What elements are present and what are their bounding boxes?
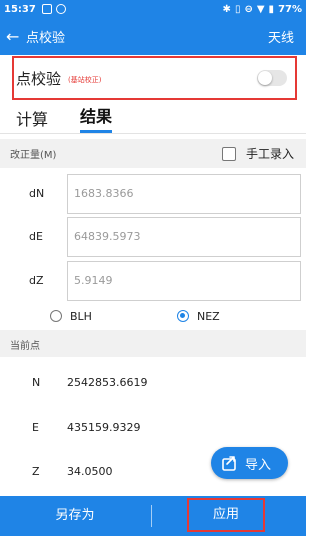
current-point-title: 当前点 <box>10 340 40 352</box>
toggle-knob <box>258 71 272 85</box>
radio-option-nez[interactable]: NEZ <box>177 310 220 323</box>
wifi-icon: ▼ <box>256 3 265 15</box>
point-check-toggle[interactable] <box>257 70 287 86</box>
radio-blh-label: BLH <box>70 309 92 323</box>
do-not-disturb-icon: ⊖ <box>244 3 253 15</box>
bottom-divider <box>151 505 152 527</box>
bottom-action-bar: 另存为 应用 <box>0 496 306 536</box>
app-notification-icon <box>41 4 52 14</box>
radio-blh[interactable] <box>50 310 62 322</box>
manual-input-label: 手工录入 <box>245 147 294 161</box>
antenna-button[interactable]: 天线 <box>268 27 294 46</box>
save-as-button[interactable]: 另存为 <box>0 496 150 536</box>
manual-input-checkbox[interactable] <box>221 146 236 161</box>
dz-label: dZ <box>29 274 44 287</box>
import-icon <box>222 456 236 471</box>
point-check-row: 点校验 (基站校正) <box>12 56 297 100</box>
point-check-note: (基站校正) <box>68 75 102 84</box>
battery-level: 77% <box>278 3 302 15</box>
import-label: 导入 <box>245 457 272 473</box>
back-arrow-icon[interactable]: ← <box>6 27 24 46</box>
dn-field[interactable]: 1683.8366 <box>67 174 301 214</box>
de-label: dE <box>29 230 43 243</box>
z-label: Z <box>32 465 40 478</box>
manual-input-option[interactable]: 手工录入 <box>221 145 294 162</box>
bluetooth-icon: ✱ <box>222 3 231 15</box>
dz-field[interactable]: 5.9149 <box>67 261 301 301</box>
point-check-label: 点校验 <box>16 69 62 88</box>
apply-button[interactable]: 应用 <box>187 498 265 532</box>
coord-mode-selector: BLH NEZ <box>0 305 306 327</box>
tab-bar: 计算 结果 <box>0 104 306 134</box>
correction-row-dz: dZ 5.9149 <box>0 256 306 306</box>
import-button[interactable]: 导入 <box>211 447 288 479</box>
vibrate-icon: ▯ <box>234 3 241 15</box>
status-time: 15:37 <box>4 3 36 15</box>
app-notification-icon-2 <box>55 4 66 14</box>
radio-nez-label: NEZ <box>197 309 220 323</box>
tab-result[interactable]: 结果 <box>80 103 113 133</box>
radio-option-blh[interactable]: BLH <box>50 310 92 323</box>
status-bar: 15:37 ✱ ▯ ⊖ ▼ ▮ 77% <box>0 0 306 18</box>
de-field[interactable]: 64839.5973 <box>67 217 301 257</box>
z-value: 34.0500 <box>67 465 113 478</box>
app-bar: ← 点校验 天线 <box>0 18 306 55</box>
correction-header: 改正量(M) 手工录入 <box>0 139 306 168</box>
tab-calculate[interactable]: 计算 <box>16 106 48 133</box>
current-point-header: 当前点 <box>0 330 306 358</box>
correction-row-de: dE 64839.5973 <box>0 212 306 262</box>
page-title: 点校验 <box>26 31 66 46</box>
correction-title: 改正量(M) <box>10 150 57 161</box>
battery-icon: ▮ <box>268 3 275 15</box>
radio-nez[interactable] <box>177 310 189 322</box>
